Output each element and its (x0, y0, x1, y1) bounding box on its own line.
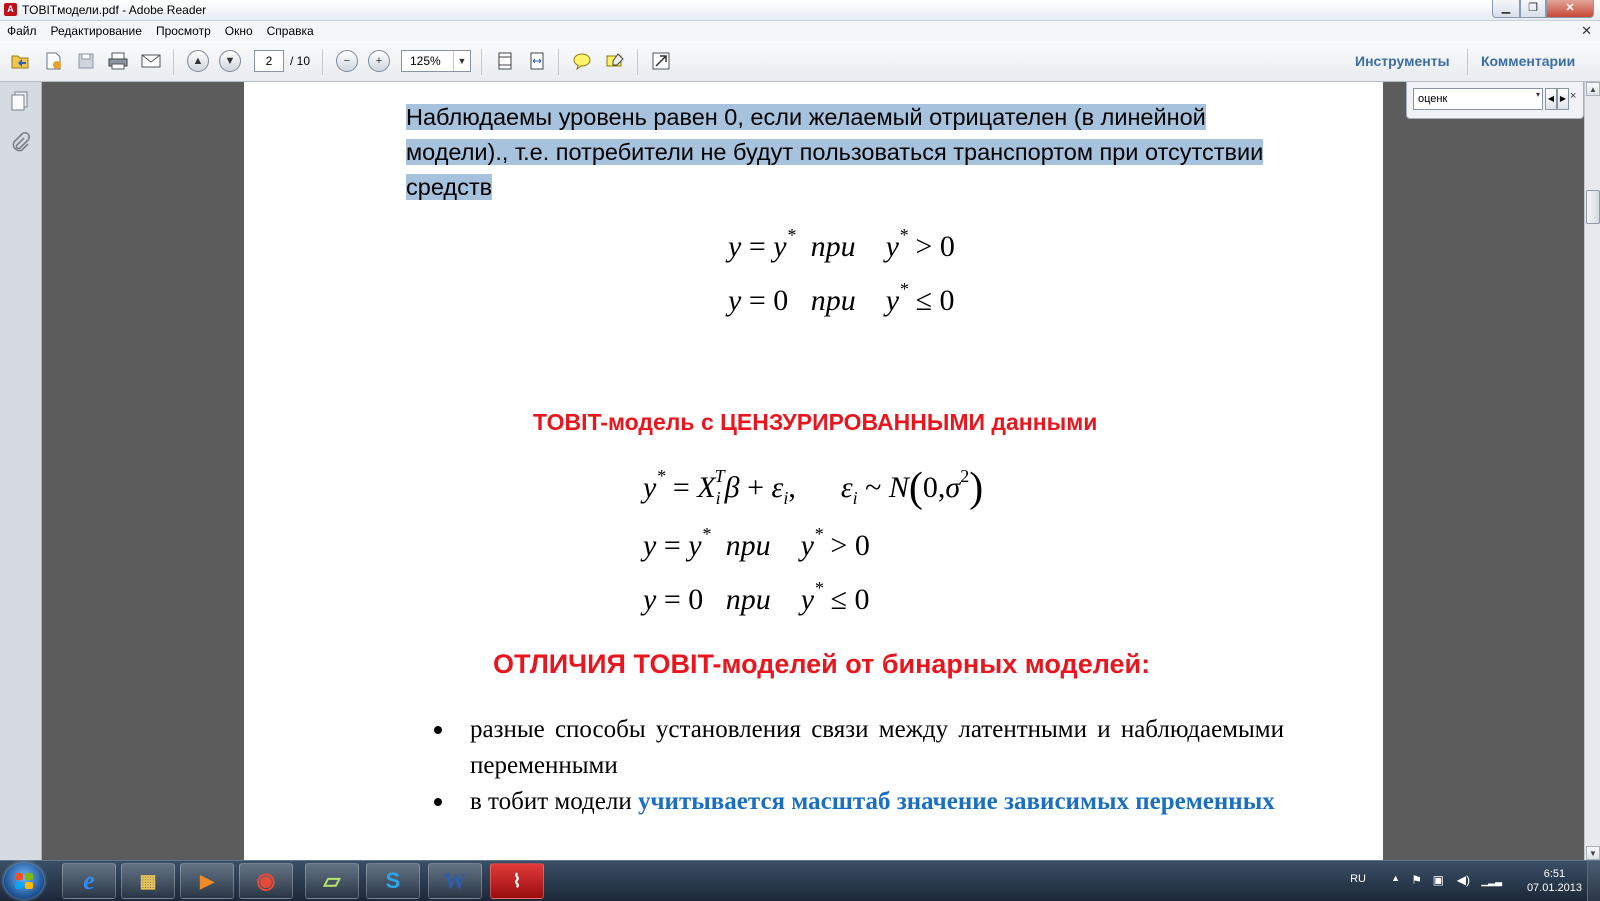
adobe-reader-icon: A (4, 3, 17, 16)
windows-logo-icon (15, 873, 33, 889)
vertical-scrollbar[interactable]: ▲ ▼ (1584, 82, 1600, 860)
find-next-button[interactable]: ▶ (1557, 88, 1569, 110)
menu-file[interactable]: Файл (0, 24, 44, 38)
bullet-icon (434, 726, 442, 734)
highlighted-paragraph: Наблюдаемы уровень равен 0, если желаемы… (406, 100, 1286, 205)
zoom-out-button[interactable]: − (335, 49, 359, 73)
close-icon[interactable]: × (1570, 90, 1576, 102)
clock[interactable]: 6:51 07.01.2013 (1527, 867, 1582, 895)
document-view[interactable]: Наблюдаемы уровень равен 0, если желаемы… (42, 82, 1584, 860)
sticky-notes-icon[interactable]: ▱ (305, 863, 359, 899)
tobit-heading: TOBIT-модель с ЦЕНЗУРИРОВАННЫМИ данными (533, 409, 1098, 435)
comments-pane-button[interactable]: Комментарии (1481, 53, 1575, 69)
toolbar-separator (637, 49, 638, 75)
pdf-page: Наблюдаемы уровень равен 0, если желаемы… (244, 82, 1383, 860)
toolbar-separator (558, 49, 559, 75)
show-hidden-icons-icon[interactable]: ▲ (1391, 873, 1400, 883)
chevron-down-icon[interactable]: ▾ (1536, 90, 1540, 99)
create-pdf-icon[interactable] (41, 49, 65, 73)
navigation-pane (0, 82, 42, 860)
menu-help[interactable]: Справка (260, 24, 321, 38)
toolbar-separator (322, 49, 323, 75)
fit-width-icon[interactable] (525, 49, 549, 73)
search-highlight: Наблюдаемы уровень равен 0, если желаемы… (406, 104, 1264, 200)
chrome-icon[interactable]: ◉ (239, 863, 293, 899)
arrow-down-icon: ▼ (219, 50, 241, 72)
page-total: / 10 (290, 54, 311, 68)
page-thumbnails-icon[interactable] (9, 90, 31, 112)
toolbar-separator (173, 49, 174, 75)
maximize-button[interactable]: ❐ (1520, 0, 1546, 18)
show-desktop-button[interactable] (1587, 861, 1600, 901)
list-item: разные способы установления связи между … (434, 712, 1284, 784)
comment-icon[interactable] (570, 49, 594, 73)
fit-page-icon[interactable] (493, 49, 517, 73)
scrollbar-thumb[interactable] (1586, 190, 1600, 224)
print-icon[interactable] (106, 49, 130, 73)
system-tray: RU ▲ ⚑ ▣ ◀) ▁▂▃ 6:51 07.01.2013 (1300, 861, 1600, 901)
power-icon[interactable]: ▣ (1433, 873, 1444, 887)
chevron-down-icon[interactable]: ▼ (453, 51, 470, 71)
start-button[interactable] (4, 863, 44, 899)
toolbar-separator (481, 49, 482, 75)
zoom-level-value: 125% (410, 54, 441, 68)
volume-icon[interactable]: ◀) (1457, 873, 1470, 887)
full-screen-icon[interactable] (649, 49, 673, 73)
find-toolbar: оценк ▾ ◀ ▶ × (1406, 82, 1584, 119)
bullet-icon (434, 798, 442, 806)
adobe-reader-taskbar-icon[interactable]: ⌇ (490, 863, 544, 899)
open-file-icon[interactable] (8, 49, 32, 73)
toolbar-separator (1467, 49, 1468, 75)
window-controls: ▁ ❐ ✕ (1492, 0, 1594, 18)
plus-icon: + (368, 50, 390, 72)
menu-window[interactable]: Окно (218, 24, 260, 38)
highlight-icon[interactable] (603, 49, 627, 73)
next-page-button[interactable]: ▼ (218, 49, 242, 73)
find-previous-button[interactable]: ◀ (1545, 88, 1557, 110)
attachments-icon[interactable] (9, 131, 31, 154)
arrow-up-icon: ▲ (187, 50, 209, 72)
title-bar: A TOBITмодели.pdf - Adobe Reader ▁ ❐ ✕ (0, 0, 1600, 21)
minus-icon: − (336, 50, 358, 72)
equation-latent-model: y* = XiTβ + εi, εi ~ N(0,σ2) (643, 465, 984, 511)
differences-list: разные способы установления связи между … (434, 712, 1284, 820)
close-button[interactable]: ✕ (1546, 0, 1594, 18)
equation-y-positive-2: y = y* при y* > 0 (643, 524, 870, 562)
zoom-in-button[interactable]: + (367, 49, 391, 73)
page-number-input[interactable]: 2 (254, 50, 284, 72)
language-indicator[interactable]: RU (1350, 873, 1366, 885)
media-player-icon[interactable]: ▶ (180, 863, 234, 899)
emphasis-text: учитывается масштаб значение зависимых п… (637, 788, 1275, 815)
previous-page-button[interactable]: ▲ (186, 49, 210, 73)
action-center-flag-icon[interactable]: ⚑ (1411, 873, 1422, 887)
clock-time: 6:51 (1543, 868, 1566, 880)
word-icon[interactable]: W (428, 863, 482, 899)
close-document-icon[interactable]: ✕ (1581, 23, 1592, 39)
minimize-button[interactable]: ▁ (1492, 0, 1520, 18)
window-title: TOBITмодели.pdf - Adobe Reader (22, 3, 207, 17)
skype-icon[interactable]: S (366, 863, 420, 899)
zoom-level-select[interactable]: 125% ▼ (401, 50, 471, 72)
differences-heading: ОТЛИЧИЯ TOBIT-моделей от бинарных моделе… (493, 649, 1151, 679)
menu-bar: Файл Редактирование Просмотр Окно Справк… (0, 21, 1600, 41)
clock-date: 07.01.2013 (1526, 882, 1582, 894)
network-signal-icon[interactable]: ▁▂▃ (1481, 876, 1502, 887)
menu-view[interactable]: Просмотр (149, 24, 218, 38)
menu-edit[interactable]: Редактирование (44, 24, 149, 38)
equation-y-zero-2: y = 0 при y* ≤ 0 (643, 578, 870, 616)
scroll-down-button[interactable]: ▼ (1586, 846, 1600, 860)
scroll-up-button[interactable]: ▲ (1586, 82, 1600, 96)
toolbar: ▲ ▼ 2 / 10 − + 125% ▼ Инструменты Коммен… (0, 41, 1600, 82)
internet-explorer-icon[interactable]: e (62, 863, 116, 899)
equation-y-positive-1: y = y* при y* > 0 (728, 225, 955, 263)
taskbar: e ▦ ▶ ◉ ▱ S W ⌇ RU ▲ ⚑ ▣ ◀) ▁▂▃ 6:51 07.… (0, 860, 1600, 901)
equation-y-zero-1: y = 0 при y* ≤ 0 (728, 279, 955, 317)
search-input[interactable]: оценк (1413, 88, 1543, 110)
email-icon[interactable] (139, 49, 163, 73)
tools-pane-button[interactable]: Инструменты (1355, 53, 1450, 69)
save-icon[interactable] (74, 49, 98, 73)
file-explorer-icon[interactable]: ▦ (121, 863, 175, 899)
list-item: в тобит модели учитывается масштаб значе… (434, 784, 1284, 820)
